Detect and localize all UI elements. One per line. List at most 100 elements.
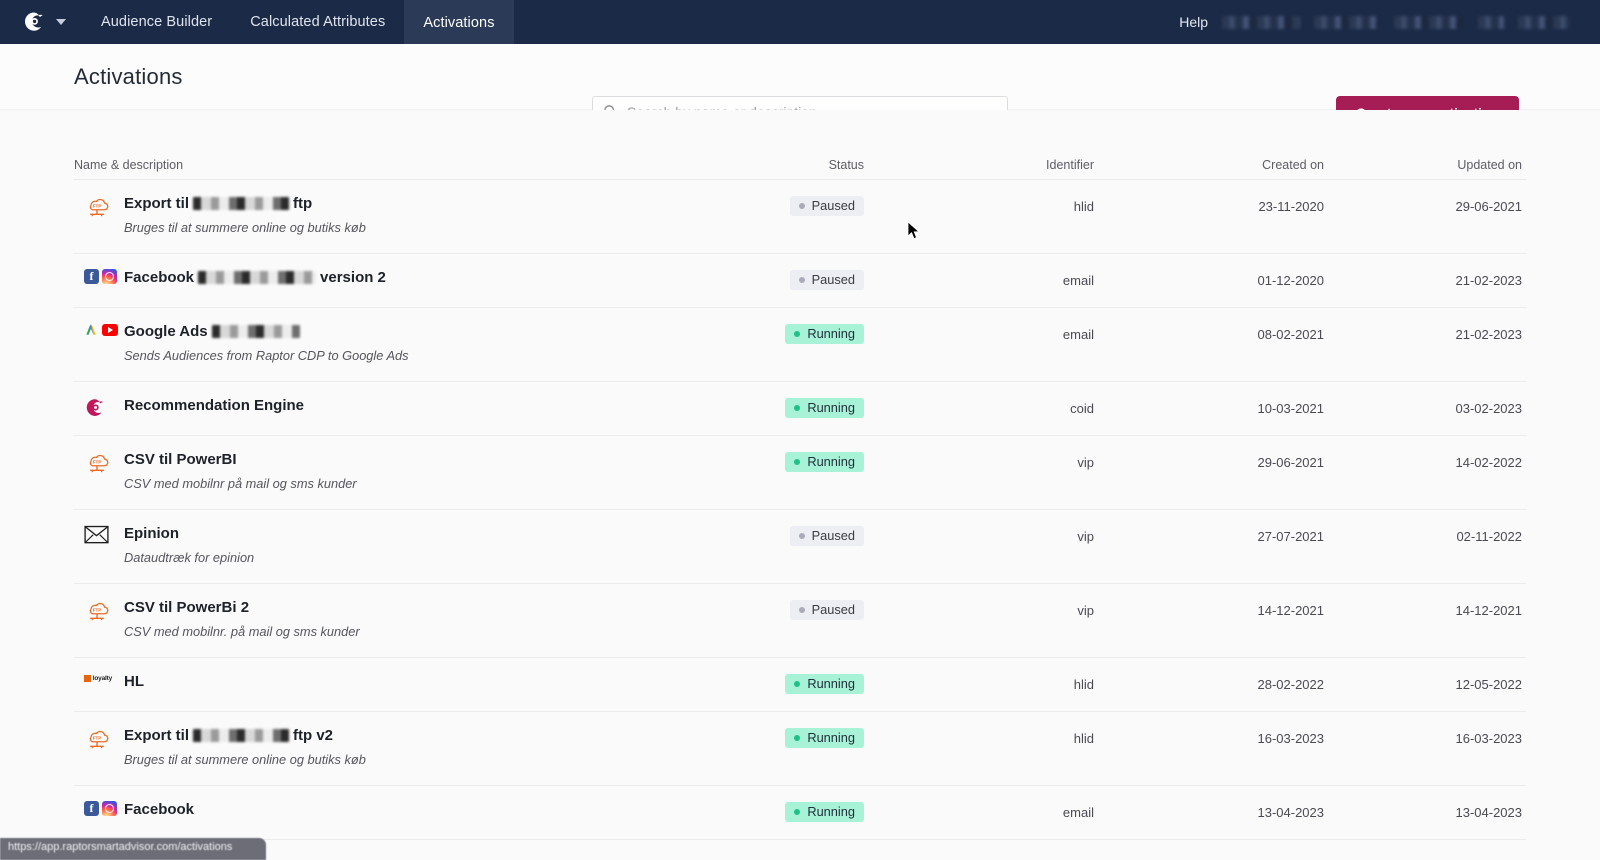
redacted-account-name [1394,15,1464,29]
top-navbar: Audience Builder Calculated Attributes A… [0,0,1600,46]
row-identifier: coid [1070,401,1094,416]
page-header: Activations Create new activation [0,44,1600,130]
row-updated-on: 29-06-2021 [1455,199,1523,214]
status-dot-icon [798,607,805,613]
column-header-status[interactable]: Status [674,158,864,172]
redacted-user-name-2 [1314,15,1380,29]
ftp-cloud-icon: FTP [74,726,124,749]
column-header-identifier[interactable]: Identifier [864,158,1094,172]
row-status-cell: Running [674,672,864,694]
row-title: Facebook version 2 [124,269,386,286]
row-status-cell: Running [674,726,864,748]
table-row[interactable]: FTP CSV til PowerBi 2 CSV med mobilnr. p… [74,584,1526,658]
row-name-block: Recommendation Engine [124,396,304,414]
status-label: Paused [811,198,855,213]
row-status-cell: Paused [674,268,864,290]
table-row[interactable]: FTP Export til ftp v2 Bruges til at summ… [74,712,1526,786]
column-header-name[interactable]: Name & description [74,158,674,172]
row-created-on: 16-03-2023 [1257,731,1325,746]
status-badge: Running [785,802,864,822]
table-row[interactable]: Epinion Dataudtræk for epinion Paused vi… [74,510,1526,584]
row-created-on: 29-06-2021 [1257,455,1325,470]
ftp-cloud-icon: FTP [74,194,124,217]
row-title-prefix: Export til [124,727,190,744]
facebook-instagram-icon: f [74,268,124,284]
row-name-block: CSV til PowerBI CSV med mobilnr på mail … [124,450,357,491]
status-label: Running [807,676,855,691]
table-row[interactable]: FTP Export til ftp Bruges til at summere… [74,180,1526,254]
table-row[interactable]: f Facebook Running email 13-04-2023 13-0… [74,786,1526,840]
row-name-block: Epinion Dataudtræk for epinion [124,524,254,565]
redacted-name-part [193,729,290,742]
row-name-cell: loyalty HL [74,672,674,690]
table-row[interactable]: Google Ads Sends Audiences from Raptor C… [74,308,1526,382]
page-title: Activations [74,63,183,89]
row-status-cell: Running [674,800,864,822]
row-created-on: 28-02-2022 [1257,677,1325,692]
google-ads-youtube-icon [74,322,124,336]
status-label: Running [807,454,855,469]
row-title-prefix: Facebook [124,269,195,286]
instagram-icon [102,269,117,284]
status-label: Paused [811,272,855,287]
row-created-on: 13-04-2023 [1257,805,1325,820]
table-row[interactable]: Recommendation Engine Running coid 10-03… [74,382,1526,436]
row-status-cell: Running [674,396,864,418]
row-description: CSV med mobilnr. på mail og sms kunder [124,624,360,639]
help-link[interactable]: Help [1179,14,1208,30]
status-label: Paused [811,602,855,617]
loyalty-wordmark: loyalty [92,675,112,682]
table-row[interactable]: loyalty HL Running hlid 28-02-2022 12-05… [74,658,1526,712]
column-header-created-on[interactable]: Created on [1094,158,1324,172]
row-title-prefix: Facebook [124,801,195,818]
loyalty-square-icon [84,675,91,682]
youtube-icon [102,323,118,336]
row-title: CSV til PowerBi 2 [124,599,360,616]
logo-menu[interactable] [0,0,82,44]
status-dot-icon [794,331,801,337]
svg-text:FTP: FTP [93,204,102,209]
facebook-icon: f [84,801,99,816]
row-name-cell: Recommendation Engine [74,396,674,419]
status-dot-icon [794,405,801,411]
row-status-cell: Paused [674,598,864,620]
nav-item-activations[interactable]: Activations [404,0,514,46]
row-title-prefix: CSV til PowerBI [124,451,237,468]
row-identifier: email [1062,273,1094,288]
table-row[interactable]: FTP CSV til PowerBI CSV med mobilnr på m… [74,436,1526,510]
row-name-block: Export til ftp v2 Bruges til at summere … [124,726,366,767]
row-updated-on: 14-12-2021 [1455,603,1523,618]
row-title-prefix: HL [124,673,144,690]
row-title: CSV til PowerBI [124,451,357,468]
row-name-cell: FTP CSV til PowerBi 2 CSV med mobilnr. p… [74,598,674,639]
row-identifier: hlid [1073,677,1094,692]
chevron-down-icon[interactable] [56,19,66,25]
row-title-prefix: Google Ads [124,323,208,340]
nav-item-audience-builder[interactable]: Audience Builder [82,0,231,44]
loyalty-icon: loyalty [74,672,124,684]
status-dot-icon [798,533,805,539]
row-status-cell: Running [674,450,864,472]
row-status-cell: Paused [674,524,864,546]
row-title-suffix: version 2 [320,269,386,286]
table-row[interactable]: f Facebook version 2 Paused email 01-12-… [74,254,1526,308]
row-name-cell: Epinion Dataudtræk for epinion [74,524,674,565]
facebook-icon: f [84,269,99,284]
row-title-prefix: Export til [124,195,190,212]
status-badge: Running [785,398,864,418]
status-dot-icon [794,735,801,741]
column-header-updated-on[interactable]: Updated on [1324,158,1522,172]
row-created-on: 01-12-2020 [1257,273,1325,288]
row-status-cell: Paused [674,194,864,216]
raptor-logo-icon [25,12,43,31]
table-header-row: Name & description Status Identifier Cre… [74,158,1526,180]
row-title: HL [124,673,144,690]
row-updated-on: 13-04-2023 [1455,805,1523,820]
row-name-block: HL [124,672,144,690]
row-updated-on: 03-02-2023 [1455,401,1523,416]
nav-item-calculated-attributes[interactable]: Calculated Attributes [231,0,404,44]
status-badge: Paused [789,270,864,290]
row-title-prefix: Recommendation Engine [124,397,305,414]
row-identifier: vip [1077,529,1094,544]
svg-text:FTP: FTP [93,736,102,741]
